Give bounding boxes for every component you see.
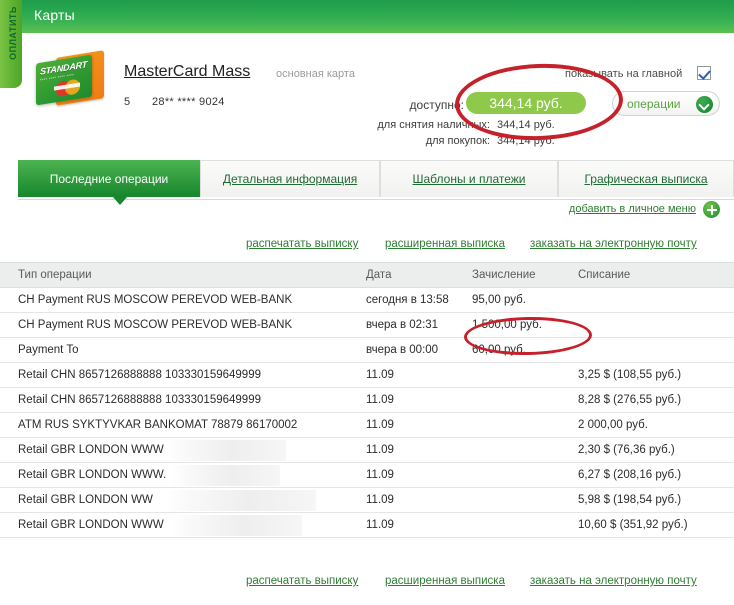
cell-operation-type: Retail GBR LONDON WWW <box>18 444 164 456</box>
print-statement-link-bottom[interactable]: распечатать выписку <box>246 575 358 587</box>
cell-operation-type: Retail CHN 8657126888888 103330159649999 <box>18 394 261 406</box>
tab-detailed-information-label: Детальная информация <box>222 172 358 186</box>
transactions-table: Тип операции Дата Зачисление Списание CH… <box>0 262 734 538</box>
table-row[interactable]: Retail GBR LONDON WW 11.09 5,98 $ (198,54 … <box>0 488 734 513</box>
tab-graphic-statement-label: Графическая выписка <box>584 172 708 186</box>
left-pay-tab[interactable]: ОПЛАТИТЬ <box>0 0 22 88</box>
cell-debit: 2 000,00 руб. <box>578 419 648 431</box>
cell-date: 11.09 <box>366 394 394 406</box>
cell-debit: 2,30 $ (76,36 руб.) <box>578 444 675 456</box>
cell-date: сегодня в 13:58 <box>366 294 449 306</box>
cell-credit: 95,00 руб. <box>472 294 526 306</box>
column-header-credit: Зачисление <box>472 269 536 281</box>
cell-operation-type: Payment To <box>18 344 79 356</box>
card-sequence-number: 5 <box>124 96 131 108</box>
cell-credit: 60,00 руб. <box>472 344 526 356</box>
available-balance-value: 344,14 руб. <box>466 92 586 114</box>
cell-operation-type: Retail CHN 8657126888888 103330159649999 <box>18 369 261 381</box>
table-row[interactable]: Retail CHN 8657126888888 103330159649999… <box>0 363 734 388</box>
cell-date: вчера в 00:00 <box>366 344 439 356</box>
add-to-personal-menu-link[interactable]: добавить в личное меню <box>569 203 696 215</box>
redacted-text-overlay <box>172 515 302 536</box>
redacted-text-overlay <box>172 465 280 486</box>
cell-date: 11.09 <box>366 419 394 431</box>
cash-withdrawal-value: 344,14 руб. <box>497 119 555 131</box>
cell-operation-type: CH Payment RUS MOSCOW PEREVOD WEB-BANK <box>18 294 293 306</box>
tab-last-operations-label: Последние операции <box>49 171 169 186</box>
cell-date: 11.09 <box>366 494 394 506</box>
cell-operation-type: CH Payment RUS MOSCOW PEREVOD WEB-BANK <box>18 319 293 331</box>
tab-detailed-information[interactable]: Детальная информация <box>200 160 380 197</box>
cash-withdrawal-label: для снятия наличных: <box>377 119 490 131</box>
page-header: Карты <box>18 0 734 33</box>
cell-debit: 6,27 $ (208,16 руб.) <box>578 469 682 481</box>
cell-debit: 5,98 $ (198,54 руб.) <box>578 494 682 506</box>
card-masked-number: 28** **** 9024 <box>152 96 225 108</box>
cell-date: вчера в 02:31 <box>366 319 439 331</box>
cell-date: 11.09 <box>366 469 394 481</box>
cell-debit: 3,25 $ (108,55 руб.) <box>578 369 682 381</box>
cell-date: 11.09 <box>366 444 394 456</box>
active-tab-pointer-icon <box>112 196 128 205</box>
card-art-front: STANDART **** **** **** **** <box>36 54 92 106</box>
tab-last-operations[interactable]: Последние операции <box>18 160 200 197</box>
cell-operation-type: Retail GBR LONDON WW <box>18 494 153 506</box>
redacted-text-overlay <box>166 490 316 511</box>
purchases-label: для покупок: <box>425 135 490 147</box>
redacted-text-overlay <box>166 440 286 461</box>
available-balance-label: доступно: <box>409 98 464 112</box>
table-row[interactable]: CH Payment RUS MOSCOW PEREVOD WEB-BANK вч… <box>0 313 734 338</box>
page-root: ОПЛАТИТЬ Карты STANDART **** **** **** *… <box>0 0 734 605</box>
extended-statement-link-bottom[interactable]: расширенная выписка <box>385 575 505 587</box>
column-header-date: Дата <box>366 269 392 281</box>
table-row[interactable]: Retail CHN 8657126888888 103330159649999… <box>0 388 734 413</box>
table-row[interactable]: ATM RUS SYKTYVKAR BANKOMAT 78879 8617000… <box>0 413 734 438</box>
purchases-value: 344,14 руб. <box>497 135 555 147</box>
page-title: Карты <box>34 7 75 23</box>
cell-operation-type: Retail GBR LONDON WWW. <box>18 469 167 481</box>
tab-graphic-statement[interactable]: Графическая выписка <box>558 160 734 197</box>
column-header-debit: Списание <box>578 269 631 281</box>
chevron-down-icon <box>696 96 713 113</box>
operations-button[interactable]: операции <box>612 91 720 116</box>
plus-circle-icon[interactable] <box>703 201 720 218</box>
statement-links-bottom: распечатать выписку расширенная выписка … <box>18 575 734 599</box>
cell-operation-type: Retail GBR LONDON WWW <box>18 519 164 531</box>
cell-date: 11.09 <box>366 369 394 381</box>
cell-debit: 10,60 $ (351,92 руб.) <box>578 519 688 531</box>
table-row[interactable]: Retail GBR LONDON WWW 11.09 2,30 $ (76,36 … <box>0 438 734 463</box>
bank-card-image: STANDART **** **** **** **** <box>32 50 114 108</box>
table-row[interactable]: Retail GBR LONDON WWW 11.09 10,60 $ (351,9… <box>0 513 734 538</box>
statement-links-top: распечатать выписку расширенная выписка … <box>18 238 734 262</box>
tab-templates-and-payments-label: Шаблоны и платежи <box>412 172 526 186</box>
card-subtitle: основная карта <box>276 68 355 80</box>
cell-debit: 8,28 $ (276,55 руб.) <box>578 394 682 406</box>
cell-date: 11.09 <box>366 519 394 531</box>
email-statement-link-top[interactable]: заказать на электронную почту <box>530 238 697 250</box>
cell-credit: 1 500,00 руб. <box>472 319 542 331</box>
cell-operation-type: ATM RUS SYKTYVKAR BANKOMAT 78879 8617000… <box>18 419 298 431</box>
tab-templates-and-payments[interactable]: Шаблоны и платежи <box>380 160 558 197</box>
email-statement-link-bottom[interactable]: заказать на электронную почту <box>530 575 697 587</box>
print-statement-link-top[interactable]: распечатать выписку <box>246 238 358 250</box>
column-header-type: Тип операции <box>18 269 92 281</box>
show-on-main-label: показывать на главной <box>565 68 683 80</box>
table-row[interactable]: CH Payment RUS MOSCOW PEREVOD WEB-BANK се… <box>0 288 734 313</box>
left-pay-tab-label: ОПЛАТИТЬ <box>8 6 18 60</box>
operations-button-label: операции <box>627 97 681 111</box>
extended-statement-link-top[interactable]: расширенная выписка <box>385 238 505 250</box>
card-name-link[interactable]: MasterCard Mass <box>124 63 250 81</box>
table-row[interactable]: Payment To вчера в 00:00 60,00 руб. <box>0 338 734 363</box>
table-row[interactable]: Retail GBR LONDON WWW. 11.09 6,27 $ (208,1… <box>0 463 734 488</box>
table-header-row: Тип операции Дата Зачисление Списание <box>0 262 734 288</box>
show-on-main-checkbox[interactable] <box>697 66 711 80</box>
